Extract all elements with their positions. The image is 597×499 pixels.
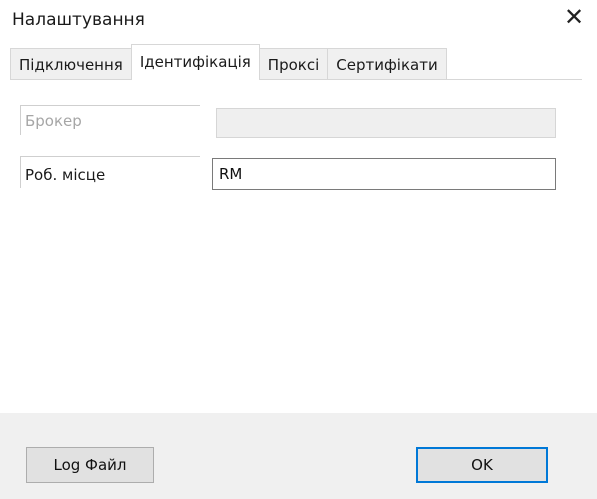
tab-proxy[interactable]: Проксі xyxy=(258,48,329,80)
tab-certificates[interactable]: Сертифікати xyxy=(327,48,447,80)
log-file-button[interactable]: Log Файл xyxy=(26,447,154,483)
broker-label: Брокер xyxy=(20,105,200,135)
workplace-input[interactable] xyxy=(212,158,556,190)
ok-button[interactable]: OK xyxy=(416,447,548,483)
dialog-title: Налаштування xyxy=(12,10,145,30)
broker-input[interactable] xyxy=(216,108,556,138)
tab-strip: Підключення Ідентифікація Проксі Сертифі… xyxy=(10,44,447,80)
dialog-footer: Log Файл OK xyxy=(0,413,597,499)
close-icon[interactable]: ✕ xyxy=(561,4,587,30)
tab-connection[interactable]: Підключення xyxy=(10,48,132,80)
tab-identification[interactable]: Ідентифікація xyxy=(130,44,260,80)
identification-panel: Брокер Роб. місце xyxy=(10,79,582,414)
settings-dialog: Налаштування ✕ Підключення Ідентифікація… xyxy=(0,0,597,499)
workplace-label: Роб. місце xyxy=(20,156,200,188)
